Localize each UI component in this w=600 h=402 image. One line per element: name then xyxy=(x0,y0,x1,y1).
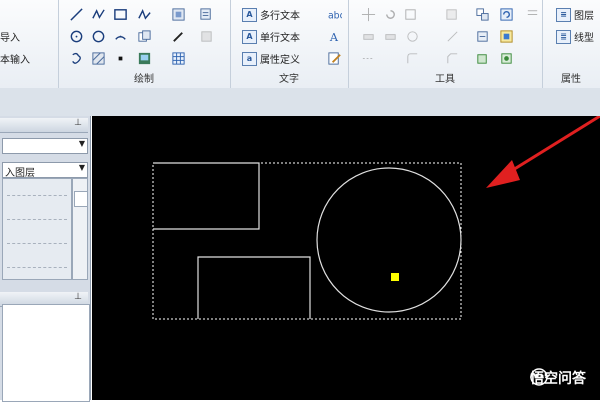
wukong-logo-icon xyxy=(530,368,548,386)
image-icon[interactable] xyxy=(136,50,152,66)
text-input-label: 本输入 xyxy=(0,55,30,66)
color-icon[interactable] xyxy=(498,28,514,44)
linetype-button[interactable]: ≣ 线型 xyxy=(556,28,594,45)
layer-combo[interactable]: 入图层 ▼ xyxy=(2,162,88,179)
multiline-text-icon: A xyxy=(242,7,257,22)
attribute-define-icon: a xyxy=(242,51,257,66)
single-line-text-icon: A xyxy=(242,29,257,44)
list-scrollbar[interactable] xyxy=(72,178,88,280)
chevron-down-icon: ▼ xyxy=(78,163,85,172)
panel-dropdown-top[interactable]: ▼ xyxy=(2,138,88,154)
ribbon-group-draw: 绘制 xyxy=(58,0,231,88)
selection-box xyxy=(152,162,462,320)
single-line-text-label: 单行文本 xyxy=(260,33,300,44)
copy-icon[interactable] xyxy=(136,28,152,44)
chevron-down-icon: ▼ xyxy=(78,139,85,148)
red-arrowhead xyxy=(486,160,520,188)
erase-icon[interactable] xyxy=(360,28,376,44)
text-style-icon[interactable]: abc xyxy=(326,6,342,22)
panel-header: ⊥ xyxy=(0,118,88,133)
layer-state-icon[interactable] xyxy=(444,6,460,22)
spline-icon[interactable] xyxy=(136,6,152,22)
import-button[interactable]: 导入 xyxy=(0,28,20,45)
offset-icon[interactable] xyxy=(404,28,420,44)
point-icon[interactable] xyxy=(112,50,128,66)
ribbon-group-properties: ≡ 图层 ≣ 线型 属性 xyxy=(542,0,600,88)
multiline-text-label: 多行文本 xyxy=(260,11,300,22)
drawing-svg xyxy=(152,116,600,320)
bottom-rectangle xyxy=(197,256,311,319)
rotate-icon[interactable] xyxy=(382,6,398,22)
match-prop-icon[interactable] xyxy=(474,50,490,66)
list-divider xyxy=(7,243,67,244)
grip-point xyxy=(391,273,399,281)
rectangle-icon[interactable] xyxy=(112,6,128,22)
drawing-canvas[interactable]: 悟空问答 xyxy=(92,116,600,400)
stretch-icon[interactable] xyxy=(382,28,398,44)
list-divider xyxy=(7,267,67,268)
explode-icon[interactable] xyxy=(474,28,490,44)
table-icon[interactable] xyxy=(170,50,186,66)
layer-label: 图层 xyxy=(574,11,594,22)
find-text-icon[interactable]: A xyxy=(326,28,342,44)
svg-text:A: A xyxy=(328,31,338,44)
ribbon-group-partial: 导入 本输入 xyxy=(0,0,59,88)
layer-iso-icon[interactable] xyxy=(498,50,514,66)
ribbon-group-tools: 工具 xyxy=(348,0,543,88)
single-line-text-button[interactable]: A 单行文本 xyxy=(242,28,300,45)
circle-2p-icon[interactable] xyxy=(90,28,106,44)
pin-icon[interactable]: ⊥ xyxy=(74,292,82,302)
line-icon[interactable] xyxy=(68,6,84,22)
layer-button[interactable]: ≡ 图层 xyxy=(556,6,594,23)
list-divider xyxy=(7,195,67,196)
text-input-button[interactable]: 本输入 xyxy=(0,50,30,67)
move-icon[interactable] xyxy=(360,6,376,22)
text-group-label: 文字 xyxy=(279,74,299,85)
insert-block-icon[interactable] xyxy=(198,6,214,22)
linetype-icon: ≣ xyxy=(556,29,571,44)
arc-icon[interactable] xyxy=(112,28,128,44)
list-divider xyxy=(7,219,67,220)
import-label: 导入 xyxy=(0,33,20,44)
top-left-rectangle xyxy=(153,162,260,230)
chamfer-icon[interactable] xyxy=(444,50,460,66)
layer-list[interactable] xyxy=(2,178,72,280)
svg-text:abc: abc xyxy=(327,10,341,21)
side-panel: ⊥ ▼ 入图层 ▼ ⊥ xyxy=(0,116,91,402)
ribbon: 导入 本输入 绘制 A多行文本 A单行文本 a属性定义 abc A 文字 xyxy=(0,0,600,89)
linetype-label: 线型 xyxy=(574,33,594,44)
layer-icon: ≡ xyxy=(556,7,571,22)
group-icon[interactable] xyxy=(474,6,490,22)
edit-block-icon[interactable] xyxy=(198,28,214,44)
pin-icon[interactable]: ⊥ xyxy=(74,118,82,128)
draw-group-label: 绘制 xyxy=(134,74,154,85)
ribbon-group-text: A多行文本 A单行文本 a属性定义 abc A 文字 xyxy=(230,0,349,88)
panel-content-2 xyxy=(2,304,90,402)
properties-group-label: 属性 xyxy=(561,74,581,85)
revcloud-icon[interactable] xyxy=(68,50,84,66)
block-icon[interactable] xyxy=(170,6,186,22)
attribute-define-button[interactable]: a 属性定义 xyxy=(242,50,300,67)
edit-text-icon[interactable] xyxy=(326,50,342,66)
list-icon[interactable] xyxy=(524,6,540,22)
multiline-text-button[interactable]: A 多行文本 xyxy=(242,6,300,23)
fillet-icon[interactable] xyxy=(404,50,420,66)
layer-combo-value: 入图层 xyxy=(5,168,35,179)
circle-shape xyxy=(316,167,462,313)
circle-icon[interactable] xyxy=(68,28,84,44)
scale-icon[interactable] xyxy=(402,6,418,22)
refresh-icon[interactable] xyxy=(498,6,514,22)
watermark: 悟空问答 xyxy=(530,368,586,388)
tools-group-label: 工具 xyxy=(435,74,455,85)
hatch-icon[interactable] xyxy=(90,50,106,66)
pencil-icon[interactable] xyxy=(170,28,186,44)
trim-icon[interactable] xyxy=(444,28,460,44)
polyline-icon[interactable] xyxy=(90,6,106,22)
scrollbar-thumb[interactable] xyxy=(74,191,88,207)
mirror-icon[interactable] xyxy=(360,50,376,66)
ribbon-band xyxy=(0,88,600,116)
attribute-define-label: 属性定义 xyxy=(260,55,300,66)
